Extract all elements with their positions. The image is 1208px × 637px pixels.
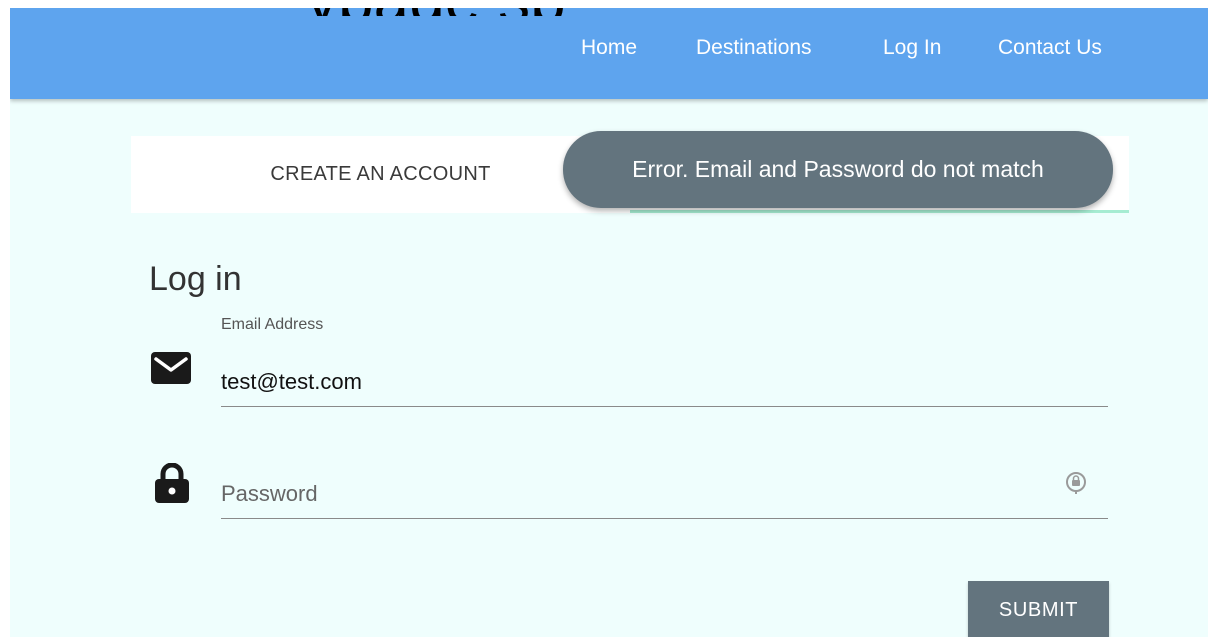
page: ypage sp Home Destinations Log In Contac… [10,8,1208,637]
nav-link-destinations[interactable]: Destinations [696,36,812,60]
email-field-label: Email Address [221,316,324,333]
nav-link-log-in[interactable]: Log In [883,36,941,60]
password-key-icon[interactable] [1064,471,1088,495]
nav-link-home[interactable]: Home [581,36,637,60]
submit-button[interactable]: SUBMIT [968,581,1109,637]
page-title: Log in [149,260,242,298]
top-navbar: Home Destinations Log In Contact Us [10,8,1208,99]
clipped-text: ypage sp [306,8,566,16]
nav-link-contact-us[interactable]: Contact Us [998,36,1102,60]
error-toast: Error. Email and Password do not match [563,131,1113,208]
mail-icon [151,352,191,384]
lock-icon [155,463,189,503]
active-tab-indicator [630,210,1129,213]
email-field[interactable] [221,358,1108,407]
browser-frame: ypage sp Home Destinations Log In Contac… [0,0,1208,637]
password-field[interactable] [221,470,1108,519]
tab-create-account[interactable]: CREATE AN ACCOUNT [131,136,630,213]
clipped-page-text: ypage sp [10,8,1208,16]
